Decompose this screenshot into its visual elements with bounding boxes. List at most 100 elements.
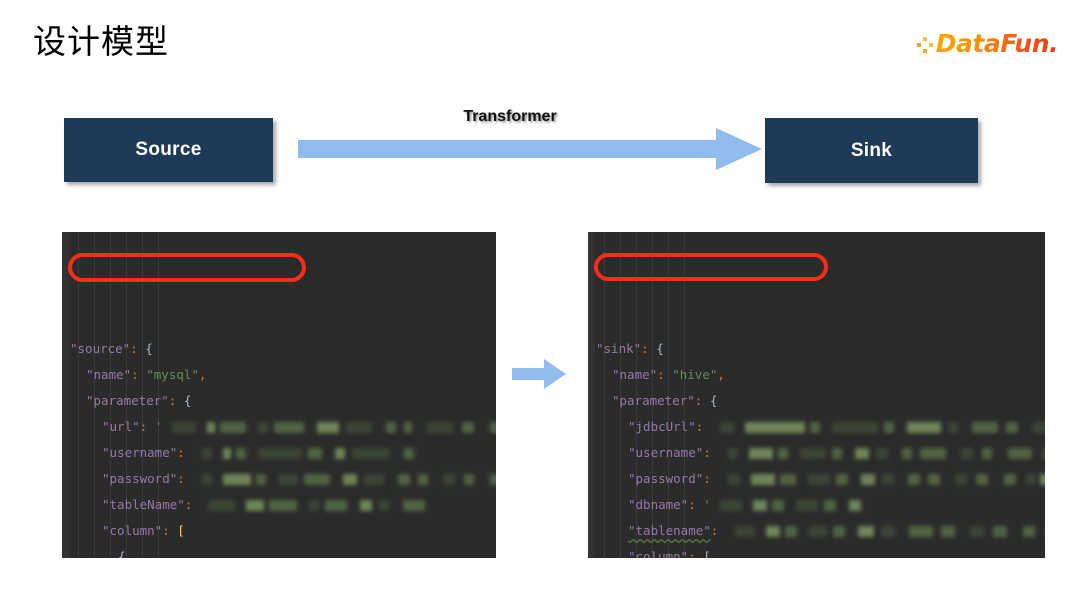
code-flow-arrow-icon	[512, 359, 566, 389]
code-token: {	[145, 341, 153, 356]
redacted-value	[171, 422, 196, 433]
redacted-value	[753, 500, 768, 511]
code-line: "column": [	[588, 544, 1045, 558]
redacted-value	[273, 422, 304, 433]
redacted-value	[257, 422, 268, 433]
code-token: "jdbcUrl"	[628, 419, 696, 434]
redacted-value	[1025, 474, 1036, 485]
redacted-value	[833, 526, 846, 537]
redacted-value	[325, 500, 348, 511]
redacted-value	[417, 474, 428, 485]
redacted-value	[796, 500, 819, 511]
code-token: "column"	[628, 549, 689, 558]
code-line: "jdbcUrl": ntest.	[588, 414, 1045, 440]
code-line: "username":	[62, 440, 496, 466]
code-line: {	[62, 544, 496, 558]
source-code-lines: "source": {"name": "mysql", "parameter": …	[62, 336, 496, 558]
code-token: "source"	[70, 341, 131, 356]
code-token: :	[131, 367, 147, 382]
redacted-value	[954, 474, 967, 485]
code-line: "source": {	[62, 336, 496, 362]
code-token: {	[183, 393, 192, 408]
redacted-value	[222, 448, 231, 459]
code-token: "username"	[628, 445, 704, 460]
redacted-value	[1033, 422, 1045, 433]
redacted-value	[807, 474, 830, 485]
code-token: "dbname"	[628, 497, 689, 512]
redacted-value	[881, 474, 894, 485]
redacted-value	[779, 474, 796, 485]
code-line: "tableName":	[62, 492, 496, 518]
redacted-value	[1039, 474, 1045, 485]
redacted-value	[907, 474, 920, 485]
redacted-value	[403, 500, 426, 511]
redacted-value	[941, 526, 956, 537]
code-token: {	[709, 393, 718, 408]
redacted-value	[360, 500, 373, 511]
redacted-value	[334, 448, 345, 459]
redacted-value	[720, 422, 735, 433]
redacted-value	[403, 422, 412, 433]
code-line: "username":	[588, 440, 1045, 466]
transformer-arrow-icon	[298, 128, 762, 170]
redacted-value	[809, 526, 828, 537]
redacted-value	[727, 474, 740, 485]
code-token: "tablename"	[628, 523, 711, 538]
redacted-value	[981, 448, 992, 459]
code-token: :	[710, 523, 726, 538]
code-line: "name": "hive",	[588, 362, 1045, 388]
redacted-value	[772, 500, 785, 511]
code-line: "name": "mysql",	[62, 362, 496, 388]
sink-code-lines: "sink": {"name": "hive", "parameter": {"j…	[588, 336, 1045, 558]
code-line: "column": [	[62, 518, 496, 544]
code-line: "url": '	[62, 414, 496, 440]
sink-box-label: Sink	[850, 139, 893, 161]
redacted-value	[766, 526, 781, 537]
redacted-value	[835, 474, 848, 485]
redacted-value	[442, 474, 455, 485]
code-token: "sink"	[596, 341, 642, 356]
redacted-value	[269, 500, 298, 511]
code-token: :	[139, 419, 155, 434]
code-token: :	[695, 419, 711, 434]
redacted-value	[403, 448, 414, 459]
redacted-value	[849, 500, 862, 511]
redacted-value	[316, 422, 339, 433]
code-token: [	[703, 549, 711, 558]
redacted-value	[831, 448, 842, 459]
code-token: "password"	[102, 471, 178, 486]
code-token: "mysql"	[146, 367, 199, 382]
redacted-value	[948, 422, 959, 433]
redacted-value	[777, 448, 788, 459]
redacted-value	[463, 474, 474, 485]
code-token: ,	[198, 367, 207, 382]
code-token: {	[656, 341, 664, 356]
redacted-value	[201, 474, 212, 485]
redacted-value	[881, 526, 896, 537]
code-line: "parameter": {	[62, 388, 496, 414]
code-token: '	[703, 497, 711, 512]
page-title: 设计模型	[33, 23, 169, 60]
sink-json-code-block: "sink": {"name": "hive", "parameter": {"j…	[588, 232, 1045, 558]
redacted-value	[927, 474, 940, 485]
code-token: :	[688, 497, 704, 512]
code-token: :	[130, 341, 146, 356]
redacted-value	[426, 422, 453, 433]
redacted-value	[303, 474, 330, 485]
source-box: Source	[64, 118, 273, 182]
code-token: "name"	[612, 367, 658, 382]
redacted-value	[919, 448, 946, 459]
redacted-value	[257, 448, 302, 459]
redacted-value	[206, 422, 215, 433]
code-token: ,	[717, 367, 725, 382]
redacted-value	[277, 474, 298, 485]
redacted-value	[307, 448, 322, 459]
redacted-value	[727, 448, 738, 459]
code-line: "parameter": {	[588, 388, 1045, 414]
redacted-value	[854, 448, 869, 459]
datafun-logo: DataFun.	[916, 31, 1059, 57]
code-token: {	[118, 549, 126, 558]
redacted-value	[1007, 448, 1032, 459]
redacted-value	[345, 422, 372, 433]
redacted-value	[209, 500, 236, 511]
